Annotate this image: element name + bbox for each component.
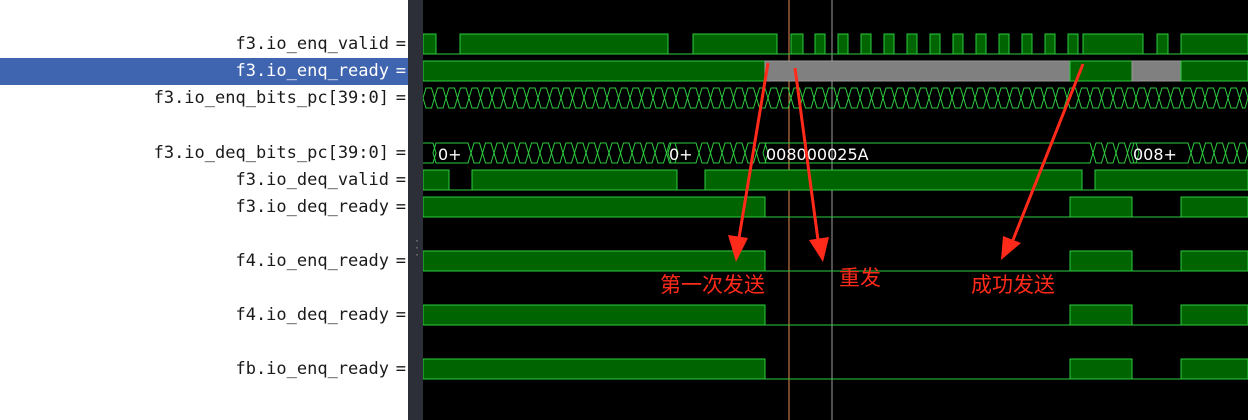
signal-equals: = [395, 88, 406, 108]
wave-f4-io-deq-ready[interactable] [423, 304, 1248, 326]
signal-equals: = [395, 34, 406, 54]
signal-row[interactable]: f3.io_deq_bits_pc[39:0] = [0, 140, 408, 167]
annotation-success-send: 成功发送 [971, 273, 1055, 297]
signal-name: f3.io_enq_bits_pc[39:0] [153, 88, 389, 108]
annotation-resend: 重发 [839, 266, 881, 290]
bus-value-deq-a: 0+ [438, 145, 462, 164]
signal-equals: = [395, 359, 406, 379]
pane-splitter[interactable] [408, 0, 423, 420]
splitter-grip-icon[interactable]: ··· [414, 237, 420, 268]
signal-row[interactable]: f4.io_enq_ready = [0, 248, 408, 275]
signal-name: f3.io_deq_valid [235, 170, 389, 190]
signal-equals: = [395, 305, 406, 325]
wave-f3-io-enq-bits-pc[interactable] [423, 87, 1248, 109]
wave-f3-io-enq-ready[interactable] [423, 60, 1248, 82]
signal-name: f4.io_deq_ready [235, 305, 389, 325]
bus-value-deq-d: 008+ [1133, 145, 1177, 164]
signal-equals: = [395, 251, 406, 271]
wave-f3-io-deq-valid[interactable] [423, 169, 1248, 191]
wave-f3-io-enq-valid[interactable] [423, 33, 1248, 55]
signal-row[interactable]: f3.io_enq_ready = [0, 58, 408, 85]
signal-row[interactable]: fb.io_enq_ready = [0, 356, 408, 383]
waveform-pane[interactable]: 0+ 0+ 008000025A 008+ 第一次发送 重发 成功发送 [423, 0, 1248, 420]
wave-f3-io-deq-ready[interactable] [423, 196, 1248, 218]
signal-name: fb.io_enq_ready [235, 359, 389, 379]
signal-name: f3.io_deq_bits_pc[39:0] [153, 143, 389, 163]
signal-row[interactable]: f3.io_enq_valid = [0, 31, 408, 58]
signal-row[interactable]: f4.io_deq_ready = [0, 302, 408, 329]
signal-name: f3.io_enq_ready [235, 61, 389, 81]
annotation-first-send: 第一次发送 [660, 273, 765, 297]
signal-equals: = [395, 61, 406, 81]
wave-f4-io-enq-ready[interactable] [423, 250, 1248, 272]
signal-name-pane: f3.io_enq_valid = f3.io_enq_ready = f3.io_en… [0, 0, 408, 420]
bus-value-deq-b: 0+ [669, 145, 693, 164]
signal-equals: = [395, 197, 406, 217]
signal-row[interactable]: f3.io_enq_bits_pc[39:0] = [0, 85, 408, 112]
signal-row[interactable]: f3.io_deq_ready = [0, 194, 408, 221]
signal-name: f4.io_enq_ready [235, 251, 389, 271]
wave-fb-io-enq-ready[interactable] [423, 358, 1248, 380]
bus-value-deq-c: 008000025A [766, 145, 869, 164]
signal-name: f3.io_deq_ready [235, 197, 389, 217]
signal-equals: = [395, 170, 406, 190]
signal-equals: = [395, 143, 406, 163]
signal-name: f3.io_enq_valid [235, 34, 389, 54]
signal-row[interactable]: f3.io_deq_valid = [0, 167, 408, 194]
